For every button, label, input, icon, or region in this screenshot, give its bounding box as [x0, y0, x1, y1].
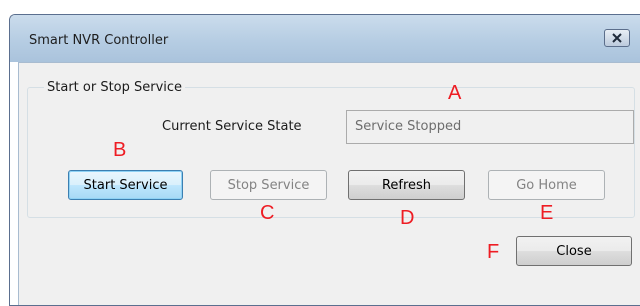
annotation-e: E	[540, 202, 554, 224]
annotation-f: F	[487, 241, 500, 263]
annotation-b: B	[113, 139, 127, 161]
annotation-a: A	[448, 82, 462, 104]
service-state-field: Service Stopped	[346, 110, 634, 144]
annotation-c: C	[260, 202, 275, 224]
start-service-button[interactable]: Start Service	[68, 170, 183, 200]
service-state-label: Current Service State	[162, 119, 302, 134]
title-bar[interactable]: Smart NVR Controller	[10, 15, 640, 62]
window-close-button[interactable]	[604, 29, 630, 47]
go-home-button[interactable]: Go Home	[488, 170, 605, 200]
refresh-button[interactable]: Refresh	[348, 170, 465, 200]
groupbox-label: Start or Stop Service	[44, 80, 186, 95]
close-icon	[612, 33, 622, 43]
stop-service-button[interactable]: Stop Service	[210, 170, 327, 200]
annotation-d: D	[400, 207, 415, 229]
close-button[interactable]: Close	[516, 236, 632, 266]
window-title: Smart NVR Controller	[29, 33, 169, 48]
